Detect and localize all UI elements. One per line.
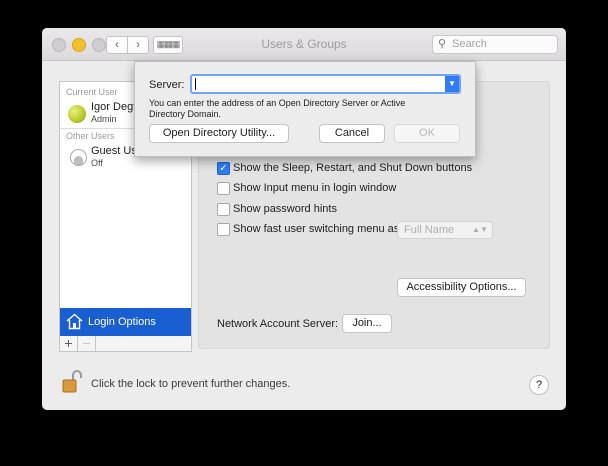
checkbox-icon[interactable] [217, 203, 230, 216]
server-input[interactable] [190, 74, 449, 94]
other-users-header: Other Users [66, 131, 115, 141]
join-button[interactable]: Join... [342, 314, 392, 333]
unlocked-lock-icon[interactable] [62, 369, 82, 393]
fast-switch-value: Full Name [404, 224, 455, 236]
current-user-header: Current User [66, 87, 118, 97]
remove-user-button[interactable]: − [78, 336, 96, 351]
add-remove-bar: + − [59, 336, 192, 352]
checkbox-icon[interactable] [217, 182, 230, 195]
ok-button[interactable]: OK [394, 124, 460, 143]
updown-arrows-icon: ▲▼ [472, 225, 488, 234]
text-cursor [195, 78, 196, 90]
server-label: Server: [149, 79, 185, 91]
lock-message: Click the lock to prevent further change… [91, 378, 291, 390]
option-label: Show fast user switching menu as [233, 223, 400, 235]
checkbox-icon[interactable] [217, 223, 230, 236]
option-label: Show password hints [233, 203, 337, 215]
add-user-button[interactable]: + [60, 336, 78, 351]
guest-avatar-icon [70, 149, 87, 166]
checkbox-checked-icon[interactable]: ✓ [217, 162, 230, 175]
server-help-text: You can enter the address of an Open Dir… [149, 98, 406, 119]
tennis-ball-avatar-icon [68, 105, 86, 123]
fast-switch-popup[interactable]: Full Name ▲▼ [397, 221, 493, 239]
option-label: Show the Sleep, Restart, and Shut Down b… [233, 162, 473, 174]
option-label: Show Input menu in login window [233, 182, 397, 194]
cancel-button[interactable]: Cancel [319, 124, 385, 143]
title-bar: ‹ › ▦▦▦ Users & Groups ⚲ Search [42, 28, 566, 61]
open-directory-utility-button[interactable]: Open Directory Utility... [149, 124, 289, 143]
login-options-item[interactable]: Login Options [60, 308, 191, 336]
network-account-server-label: Network Account Server: [217, 318, 339, 330]
current-user-role: Admin [91, 114, 117, 124]
login-options-label: Login Options [88, 316, 156, 328]
house-icon [66, 313, 83, 330]
help-button[interactable]: ? [529, 375, 549, 395]
accessibility-options-button[interactable]: Accessibility Options... [397, 278, 526, 297]
chevron-down-icon[interactable]: ▼ [445, 74, 461, 94]
network-server-sheet: Server: ▼ You can enter the address of a… [134, 61, 476, 157]
search-icon: ⚲ [438, 38, 447, 50]
search-placeholder: Search [452, 38, 487, 50]
search-input[interactable]: ⚲ Search [432, 35, 558, 54]
guest-user-status: Off [91, 158, 103, 168]
